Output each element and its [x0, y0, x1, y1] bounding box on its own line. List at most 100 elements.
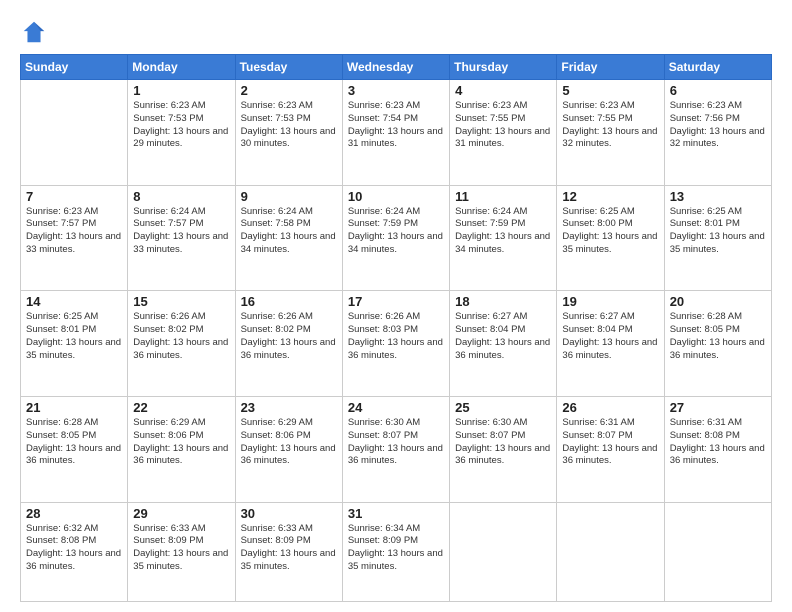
calendar-cell	[21, 80, 128, 186]
cell-content: Sunrise: 6:31 AM Sunset: 8:07 PM Dayligh…	[562, 417, 658, 468]
day-number: 18	[455, 294, 551, 309]
day-number: 22	[133, 400, 229, 415]
cell-content: Sunrise: 6:28 AM Sunset: 8:05 PM Dayligh…	[670, 311, 766, 362]
calendar-cell: 4 Sunrise: 6:23 AM Sunset: 7:55 PM Daylig…	[450, 80, 557, 186]
cell-content: Sunrise: 6:31 AM Sunset: 8:08 PM Dayligh…	[670, 417, 766, 468]
cell-content: Sunrise: 6:28 AM Sunset: 8:05 PM Dayligh…	[26, 417, 122, 468]
weekday-header-row: SundayMondayTuesdayWednesdayThursdayFrid…	[21, 55, 772, 80]
cell-content: Sunrise: 6:33 AM Sunset: 8:09 PM Dayligh…	[133, 523, 229, 574]
day-number: 28	[26, 506, 122, 521]
day-number: 3	[348, 83, 444, 98]
calendar-cell: 15 Sunrise: 6:26 AM Sunset: 8:02 PM Dayli…	[128, 291, 235, 397]
day-number: 30	[241, 506, 337, 521]
day-number: 23	[241, 400, 337, 415]
cell-content: Sunrise: 6:24 AM Sunset: 7:58 PM Dayligh…	[241, 206, 337, 257]
weekday-header-sunday: Sunday	[21, 55, 128, 80]
cell-content: Sunrise: 6:26 AM Sunset: 8:02 PM Dayligh…	[241, 311, 337, 362]
calendar-cell	[557, 502, 664, 601]
page: SundayMondayTuesdayWednesdayThursdayFrid…	[0, 0, 792, 612]
calendar-week-row: 21 Sunrise: 6:28 AM Sunset: 8:05 PM Dayli…	[21, 396, 772, 502]
calendar-cell: 19Sunrise: 6:27 AM Sunset: 8:04 PM Dayli…	[557, 291, 664, 397]
calendar-cell: 27 Sunrise: 6:31 AM Sunset: 8:08 PM Dayli…	[664, 396, 771, 502]
weekday-header-saturday: Saturday	[664, 55, 771, 80]
cell-content: Sunrise: 6:23 AM Sunset: 7:55 PM Dayligh…	[455, 100, 551, 151]
day-number: 2	[241, 83, 337, 98]
cell-content: Sunrise: 6:23 AM Sunset: 7:56 PM Dayligh…	[670, 100, 766, 151]
weekday-header-wednesday: Wednesday	[342, 55, 449, 80]
day-number: 10	[348, 189, 444, 204]
day-number: 21	[26, 400, 122, 415]
calendar-cell: 25 Sunrise: 6:30 AM Sunset: 8:07 PM Dayli…	[450, 396, 557, 502]
day-number: 27	[670, 400, 766, 415]
calendar-cell: 13Sunrise: 6:25 AM Sunset: 8:01 PM Dayli…	[664, 185, 771, 291]
calendar-week-row: 1 Sunrise: 6:23 AM Sunset: 7:53 PM Daylig…	[21, 80, 772, 186]
cell-content: Sunrise: 6:26 AM Sunset: 8:02 PM Dayligh…	[133, 311, 229, 362]
header	[20, 18, 772, 46]
weekday-header-tuesday: Tuesday	[235, 55, 342, 80]
calendar-cell: 16 Sunrise: 6:26 AM Sunset: 8:02 PM Dayli…	[235, 291, 342, 397]
calendar-cell: 18Sunrise: 6:27 AM Sunset: 8:04 PM Dayli…	[450, 291, 557, 397]
cell-content: Sunrise: 6:34 AM Sunset: 8:09 PM Dayligh…	[348, 523, 444, 574]
day-number: 31	[348, 506, 444, 521]
day-number: 29	[133, 506, 229, 521]
calendar-cell: 1 Sunrise: 6:23 AM Sunset: 7:53 PM Daylig…	[128, 80, 235, 186]
calendar-cell: 11 Sunrise: 6:24 AM Sunset: 7:59 PM Dayli…	[450, 185, 557, 291]
day-number: 25	[455, 400, 551, 415]
cell-content: Sunrise: 6:24 AM Sunset: 7:59 PM Dayligh…	[348, 206, 444, 257]
logo	[20, 18, 52, 46]
calendar-cell: 6 Sunrise: 6:23 AM Sunset: 7:56 PM Daylig…	[664, 80, 771, 186]
calendar-cell: 23Sunrise: 6:29 AM Sunset: 8:06 PM Dayli…	[235, 396, 342, 502]
weekday-header-friday: Friday	[557, 55, 664, 80]
calendar-cell: 20Sunrise: 6:28 AM Sunset: 8:05 PM Dayli…	[664, 291, 771, 397]
cell-content: Sunrise: 6:33 AM Sunset: 8:09 PM Dayligh…	[241, 523, 337, 574]
day-number: 11	[455, 189, 551, 204]
calendar-cell: 26 Sunrise: 6:31 AM Sunset: 8:07 PM Dayli…	[557, 396, 664, 502]
calendar-week-row: 28 Sunrise: 6:32 AM Sunset: 8:08 PM Dayli…	[21, 502, 772, 601]
day-number: 15	[133, 294, 229, 309]
cell-content: Sunrise: 6:30 AM Sunset: 8:07 PM Dayligh…	[348, 417, 444, 468]
day-number: 16	[241, 294, 337, 309]
calendar-cell: 8 Sunrise: 6:24 AM Sunset: 7:57 PM Daylig…	[128, 185, 235, 291]
day-number: 5	[562, 83, 658, 98]
day-number: 9	[241, 189, 337, 204]
day-number: 4	[455, 83, 551, 98]
calendar-table: SundayMondayTuesdayWednesdayThursdayFrid…	[20, 54, 772, 602]
cell-content: Sunrise: 6:24 AM Sunset: 7:57 PM Dayligh…	[133, 206, 229, 257]
cell-content: Sunrise: 6:24 AM Sunset: 7:59 PM Dayligh…	[455, 206, 551, 257]
day-number: 7	[26, 189, 122, 204]
day-number: 1	[133, 83, 229, 98]
cell-content: Sunrise: 6:23 AM Sunset: 7:54 PM Dayligh…	[348, 100, 444, 151]
cell-content: Sunrise: 6:23 AM Sunset: 7:53 PM Dayligh…	[133, 100, 229, 151]
day-number: 13	[670, 189, 766, 204]
cell-content: Sunrise: 6:23 AM Sunset: 7:55 PM Dayligh…	[562, 100, 658, 151]
cell-content: Sunrise: 6:23 AM Sunset: 7:53 PM Dayligh…	[241, 100, 337, 151]
calendar-cell: 2 Sunrise: 6:23 AM Sunset: 7:53 PM Daylig…	[235, 80, 342, 186]
day-number: 12	[562, 189, 658, 204]
day-number: 6	[670, 83, 766, 98]
calendar-cell	[450, 502, 557, 601]
calendar-cell: 12 Sunrise: 6:25 AM Sunset: 8:00 PM Dayli…	[557, 185, 664, 291]
calendar-cell: 31 Sunrise: 6:34 AM Sunset: 8:09 PM Dayli…	[342, 502, 449, 601]
calendar-cell: 28 Sunrise: 6:32 AM Sunset: 8:08 PM Dayli…	[21, 502, 128, 601]
calendar-cell: 22Sunrise: 6:29 AM Sunset: 8:06 PM Dayli…	[128, 396, 235, 502]
day-number: 24	[348, 400, 444, 415]
weekday-header-monday: Monday	[128, 55, 235, 80]
day-number: 14	[26, 294, 122, 309]
calendar-cell: 3 Sunrise: 6:23 AM Sunset: 7:54 PM Daylig…	[342, 80, 449, 186]
cell-content: Sunrise: 6:30 AM Sunset: 8:07 PM Dayligh…	[455, 417, 551, 468]
logo-icon	[20, 18, 48, 46]
weekday-header-thursday: Thursday	[450, 55, 557, 80]
cell-content: Sunrise: 6:25 AM Sunset: 8:01 PM Dayligh…	[26, 311, 122, 362]
day-number: 19	[562, 294, 658, 309]
cell-content: Sunrise: 6:25 AM Sunset: 8:00 PM Dayligh…	[562, 206, 658, 257]
calendar-cell: 5 Sunrise: 6:23 AM Sunset: 7:55 PM Daylig…	[557, 80, 664, 186]
calendar-cell	[664, 502, 771, 601]
cell-content: Sunrise: 6:32 AM Sunset: 8:08 PM Dayligh…	[26, 523, 122, 574]
day-number: 26	[562, 400, 658, 415]
day-number: 8	[133, 189, 229, 204]
calendar-week-row: 7Sunrise: 6:23 AM Sunset: 7:57 PM Daylig…	[21, 185, 772, 291]
calendar-cell: 30 Sunrise: 6:33 AM Sunset: 8:09 PM Dayli…	[235, 502, 342, 601]
day-number: 17	[348, 294, 444, 309]
calendar-cell: 14 Sunrise: 6:25 AM Sunset: 8:01 PM Dayli…	[21, 291, 128, 397]
calendar-cell: 21 Sunrise: 6:28 AM Sunset: 8:05 PM Dayli…	[21, 396, 128, 502]
